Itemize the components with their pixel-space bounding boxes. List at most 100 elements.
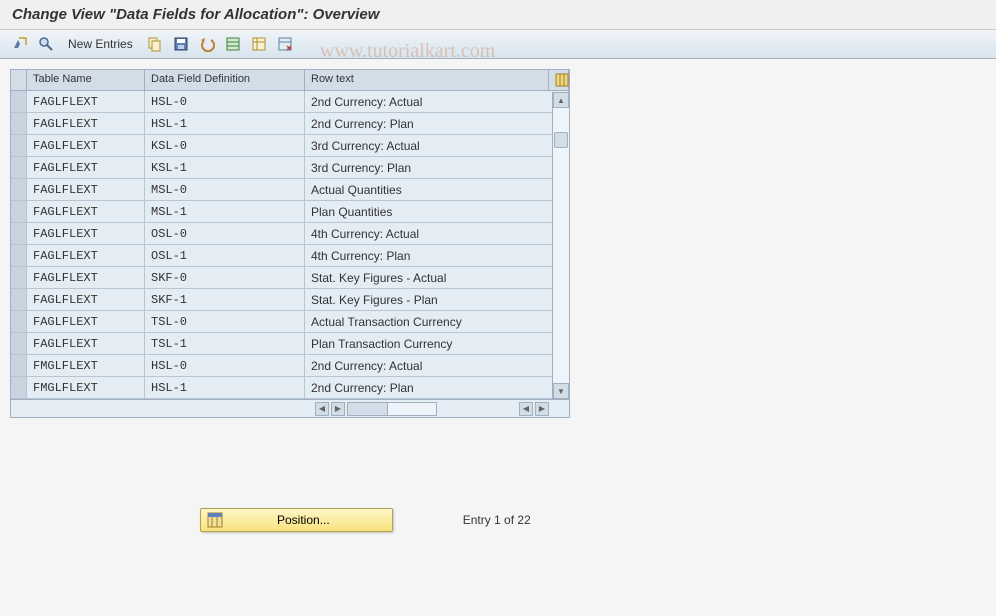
table-row[interactable]: FAGLFLEXTKSL-03rd Currency: Actual bbox=[11, 135, 569, 157]
row-selector[interactable] bbox=[11, 289, 27, 310]
row-selector[interactable] bbox=[11, 179, 27, 200]
table-row[interactable]: FMGLFLEXTHSL-02nd Currency: Actual bbox=[11, 355, 569, 377]
table-row[interactable]: FAGLFLEXTSKF-0Stat. Key Figures - Actual bbox=[11, 267, 569, 289]
cell-data-field[interactable]: HSL-0 bbox=[145, 91, 305, 112]
cell-data-field[interactable]: KSL-0 bbox=[145, 135, 305, 156]
cell-data-field[interactable]: HSL-1 bbox=[145, 113, 305, 134]
cell-table-name[interactable]: FAGLFLEXT bbox=[27, 201, 145, 222]
undo-icon[interactable] bbox=[197, 34, 217, 54]
find-icon[interactable] bbox=[36, 34, 56, 54]
cell-data-field[interactable]: HSL-1 bbox=[145, 377, 305, 398]
cell-row-text[interactable]: 3rd Currency: Plan bbox=[305, 157, 569, 178]
hscroll-left-icon[interactable]: ◀ bbox=[315, 402, 329, 416]
row-selector[interactable] bbox=[11, 135, 27, 156]
table-row[interactable]: FAGLFLEXTKSL-13rd Currency: Plan bbox=[11, 157, 569, 179]
cell-table-name[interactable]: FAGLFLEXT bbox=[27, 135, 145, 156]
deselect-icon[interactable] bbox=[249, 34, 269, 54]
scroll-track[interactable] bbox=[553, 108, 569, 383]
row-selector[interactable] bbox=[11, 157, 27, 178]
cell-table-name[interactable]: FAGLFLEXT bbox=[27, 91, 145, 112]
cell-data-field[interactable]: TSL-0 bbox=[145, 311, 305, 332]
cell-data-field[interactable]: KSL-1 bbox=[145, 157, 305, 178]
cell-table-name[interactable]: FAGLFLEXT bbox=[27, 333, 145, 354]
cell-data-field[interactable]: OSL-0 bbox=[145, 223, 305, 244]
hscroll-right2-icon[interactable]: ▶ bbox=[535, 402, 549, 416]
cell-data-field[interactable]: TSL-1 bbox=[145, 333, 305, 354]
cell-table-name[interactable]: FAGLFLEXT bbox=[27, 289, 145, 310]
row-selector[interactable] bbox=[11, 91, 27, 112]
cell-data-field[interactable]: OSL-1 bbox=[145, 245, 305, 266]
cell-table-name[interactable]: FAGLFLEXT bbox=[27, 267, 145, 288]
row-selector[interactable] bbox=[11, 311, 27, 332]
select-all-icon[interactable] bbox=[223, 34, 243, 54]
position-button[interactable]: Position... bbox=[200, 508, 393, 532]
cell-row-text[interactable]: Stat. Key Figures - Actual bbox=[305, 267, 569, 288]
hscroll-thumb[interactable] bbox=[348, 403, 388, 415]
cell-data-field[interactable]: MSL-1 bbox=[145, 201, 305, 222]
cell-row-text[interactable]: Stat. Key Figures - Plan bbox=[305, 289, 569, 310]
row-selector[interactable] bbox=[11, 377, 27, 398]
data-table: Table Name Data Field Definition Row tex… bbox=[10, 69, 570, 418]
horizontal-scrollbar[interactable]: ◀ ▶ ◀ ▶ bbox=[11, 399, 569, 417]
row-selector[interactable] bbox=[11, 245, 27, 266]
copy-icon[interactable] bbox=[145, 34, 165, 54]
column-header-data-field[interactable]: Data Field Definition bbox=[145, 70, 305, 90]
vertical-scrollbar[interactable]: ▲ ▼ bbox=[552, 92, 569, 399]
table-row[interactable]: FAGLFLEXTOSL-14th Currency: Plan bbox=[11, 245, 569, 267]
cell-data-field[interactable]: MSL-0 bbox=[145, 179, 305, 200]
cell-table-name[interactable]: FAGLFLEXT bbox=[27, 157, 145, 178]
table-row[interactable]: FAGLFLEXTMSL-0Actual Quantities bbox=[11, 179, 569, 201]
row-selector[interactable] bbox=[11, 201, 27, 222]
cell-table-name[interactable]: FAGLFLEXT bbox=[27, 113, 145, 134]
table-row[interactable]: FAGLFLEXTMSL-1Plan Quantities bbox=[11, 201, 569, 223]
cell-row-text[interactable]: 2nd Currency: Plan bbox=[305, 113, 569, 134]
column-header-table-name[interactable]: Table Name bbox=[27, 70, 145, 90]
table-row[interactable]: FAGLFLEXTTSL-0Actual Transaction Currenc… bbox=[11, 311, 569, 333]
scroll-thumb[interactable] bbox=[554, 132, 568, 148]
table-row[interactable]: FAGLFLEXTTSL-1Plan Transaction Currency bbox=[11, 333, 569, 355]
cell-data-field[interactable]: HSL-0 bbox=[145, 355, 305, 376]
cell-row-text[interactable]: 4th Currency: Actual bbox=[305, 223, 569, 244]
cell-table-name[interactable]: FAGLFLEXT bbox=[27, 245, 145, 266]
cell-row-text[interactable]: 2nd Currency: Actual bbox=[305, 91, 569, 112]
hscroll-right-icon[interactable]: ▶ bbox=[331, 402, 345, 416]
row-selector[interactable] bbox=[11, 267, 27, 288]
cell-row-text[interactable]: Plan Transaction Currency bbox=[305, 333, 569, 354]
table-row[interactable]: FAGLFLEXTHSL-12nd Currency: Plan bbox=[11, 113, 569, 135]
cell-row-text[interactable]: Plan Quantities bbox=[305, 201, 569, 222]
row-selector[interactable] bbox=[11, 355, 27, 376]
configure-columns-icon[interactable] bbox=[549, 70, 569, 90]
cell-table-name[interactable]: FAGLFLEXT bbox=[27, 311, 145, 332]
table-row[interactable]: FAGLFLEXTSKF-1Stat. Key Figures - Plan bbox=[11, 289, 569, 311]
cell-row-text[interactable]: Actual Quantities bbox=[305, 179, 569, 200]
cell-data-field[interactable]: SKF-0 bbox=[145, 267, 305, 288]
table-row[interactable]: FMGLFLEXTHSL-12nd Currency: Plan bbox=[11, 377, 569, 399]
cell-data-field[interactable]: SKF-1 bbox=[145, 289, 305, 310]
new-entries-button[interactable]: New Entries bbox=[62, 37, 139, 51]
save-icon[interactable] bbox=[171, 34, 191, 54]
cell-row-text[interactable]: 3rd Currency: Actual bbox=[305, 135, 569, 156]
window-title: Change View "Data Fields for Allocation"… bbox=[0, 0, 996, 30]
hscroll-left2-icon[interactable]: ◀ bbox=[519, 402, 533, 416]
scroll-down-arrow[interactable]: ▼ bbox=[553, 383, 569, 399]
table-row[interactable]: FAGLFLEXTHSL-02nd Currency: Actual bbox=[11, 91, 569, 113]
scroll-up-arrow[interactable]: ▲ bbox=[553, 92, 569, 108]
column-header-row-text[interactable]: Row text bbox=[305, 70, 549, 90]
toggle-display-icon[interactable] bbox=[10, 34, 30, 54]
row-selector[interactable] bbox=[11, 333, 27, 354]
cell-table-name[interactable]: FAGLFLEXT bbox=[27, 223, 145, 244]
row-selector[interactable] bbox=[11, 113, 27, 134]
cell-row-text[interactable]: 2nd Currency: Actual bbox=[305, 355, 569, 376]
cell-row-text[interactable]: 2nd Currency: Plan bbox=[305, 377, 569, 398]
select-all-column[interactable] bbox=[11, 70, 27, 90]
cell-row-text[interactable]: 4th Currency: Plan bbox=[305, 245, 569, 266]
cell-row-text[interactable]: Actual Transaction Currency bbox=[305, 311, 569, 332]
table-row[interactable]: FAGLFLEXTOSL-04th Currency: Actual bbox=[11, 223, 569, 245]
delete-icon[interactable] bbox=[275, 34, 295, 54]
table-header-row: Table Name Data Field Definition Row tex… bbox=[11, 70, 569, 91]
row-selector[interactable] bbox=[11, 223, 27, 244]
hscroll-track[interactable] bbox=[347, 402, 437, 416]
cell-table-name[interactable]: FMGLFLEXT bbox=[27, 377, 145, 398]
cell-table-name[interactable]: FAGLFLEXT bbox=[27, 179, 145, 200]
cell-table-name[interactable]: FMGLFLEXT bbox=[27, 355, 145, 376]
